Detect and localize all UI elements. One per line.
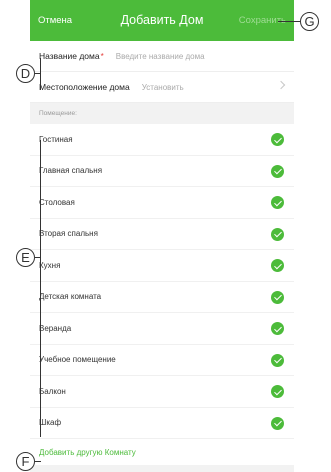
room-list: Гостиная Главная спальня Столовая Вторая…	[30, 124, 294, 439]
callout-e: E	[16, 248, 35, 267]
check-icon[interactable]	[271, 196, 284, 209]
room-row[interactable]: Веранда	[30, 313, 294, 345]
home-location-label: Местоположение дома	[39, 82, 130, 92]
home-location-row[interactable]: Местоположение дома Установить	[30, 72, 294, 103]
chevron-right-icon	[276, 80, 286, 90]
home-name-row[interactable]: Название дома * Введите название дома	[30, 41, 294, 72]
callout-g-leader	[278, 21, 300, 22]
navbar: Отмена Добавить Дом Сохранить	[30, 0, 294, 41]
room-row[interactable]: Учебное помещение	[30, 345, 294, 376]
add-room-link[interactable]: Добавить другую Комнату	[39, 448, 136, 457]
rooms-section-title: Помещение:	[39, 110, 77, 117]
callout-f: F	[16, 452, 35, 471]
required-mark: *	[100, 51, 104, 61]
room-label: Балкон	[39, 386, 66, 396]
check-icon[interactable]	[271, 322, 284, 335]
room-label: Детская комната	[39, 292, 102, 302]
room-label: Гостиная	[39, 134, 73, 144]
home-settings-card: Название дома * Введите название дома Мес…	[30, 41, 294, 103]
check-icon[interactable]	[271, 227, 284, 241]
room-label: Столовая	[39, 197, 75, 207]
add-room-row: Добавить другую Комнату	[30, 439, 294, 465]
room-row[interactable]: Вторая спальня	[30, 219, 294, 250]
check-icon[interactable]	[271, 416, 284, 430]
room-label: Учебное помещение	[39, 355, 116, 365]
home-name-label: Название дома	[39, 51, 100, 61]
room-row[interactable]: Столовая	[30, 187, 294, 219]
check-icon[interactable]	[271, 290, 284, 304]
room-label: Веранда	[39, 323, 72, 333]
room-row[interactable]: Главная спальня	[30, 156, 294, 187]
phone-screen: Отмена Добавить Дом Сохранить Название д…	[30, 0, 294, 472]
room-label: Вторая спальня	[39, 229, 98, 239]
callout-e-bracket	[40, 140, 41, 437]
check-icon[interactable]	[271, 164, 284, 178]
room-label: Кухня	[39, 260, 61, 270]
room-row[interactable]: Гостиная	[30, 124, 294, 156]
check-icon[interactable]	[271, 259, 284, 272]
room-row[interactable]: Кухня	[30, 250, 294, 282]
room-label: Шкаф	[39, 418, 62, 428]
room-label: Главная спальня	[39, 166, 103, 176]
callout-d-bracket	[40, 58, 41, 90]
check-icon[interactable]	[271, 133, 284, 146]
callout-g: G	[300, 12, 319, 31]
home-name-input[interactable]: Введите название дома	[116, 52, 205, 61]
callout-d: D	[16, 64, 35, 83]
room-row[interactable]: Детская комната	[30, 282, 294, 313]
room-row[interactable]: Шкаф	[30, 408, 294, 439]
cancel-button[interactable]: Отмена	[38, 15, 72, 26]
check-icon[interactable]	[271, 353, 284, 367]
room-row[interactable]: Балкон	[30, 376, 294, 408]
home-location-value: Установить	[141, 82, 184, 92]
callout-f-leader	[35, 461, 41, 462]
check-icon[interactable]	[271, 385, 284, 398]
